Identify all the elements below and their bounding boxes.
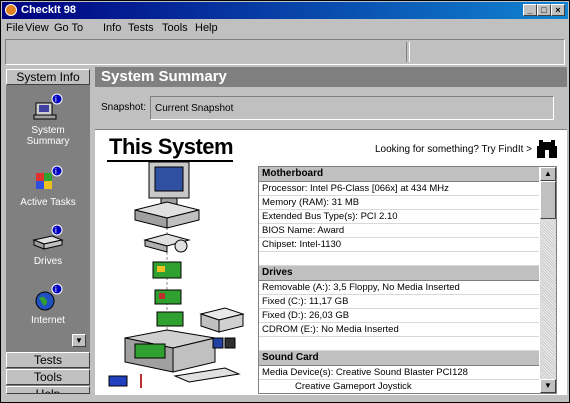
list-item: Processor: Intel P6-Class [066x] at 434 … — [259, 182, 539, 196]
menu-tests[interactable]: Tests — [128, 22, 154, 34]
scroll-down-button[interactable]: ▼ — [540, 379, 556, 393]
menu-help[interactable]: Help — [195, 22, 218, 34]
findit-link[interactable]: Looking for something? Try FindIt > — [375, 144, 532, 155]
window-title: CheckIt 98 — [21, 4, 77, 16]
scroll-up-button[interactable]: ▲ — [540, 167, 556, 181]
snapshot-label: Snapshot: — [101, 102, 147, 113]
menu-goto[interactable]: Go To — [54, 22, 83, 34]
section-header-drives: Drives — [259, 266, 539, 281]
scroll-thumb[interactable] — [540, 181, 556, 219]
internet-icon: i — [30, 281, 66, 313]
category-tests-button[interactable]: Tests — [6, 352, 90, 368]
active-tasks-icon: i — [30, 163, 66, 195]
category-system-info-button[interactable]: System Info — [6, 69, 90, 85]
row-spacer — [259, 337, 539, 351]
menu-info[interactable]: Info — [103, 22, 121, 34]
list-item: BIOS Name: Award — [259, 224, 539, 238]
binoculars-icon[interactable] — [535, 138, 559, 160]
menu-tools[interactable]: Tools — [162, 22, 188, 34]
system-info-panel[interactable]: Motherboard Processor: Intel P6-Class [0… — [258, 166, 557, 394]
sidebar-item-drives[interactable]: i Drives — [6, 222, 90, 267]
svg-text:i: i — [55, 226, 57, 235]
snapshot-field[interactable]: Current Snapshot — [150, 96, 554, 120]
menu-file[interactable]: File — [6, 22, 24, 34]
sidebar-item-system-summary[interactable]: i System Summary — [6, 91, 90, 147]
computer-illustration — [108, 162, 245, 388]
list-item: Media Device(s): Creative Sound Blaster … — [259, 366, 539, 380]
category-tools-button[interactable]: Tools — [6, 369, 90, 385]
checkit-app-icon[interactable] — [5, 4, 17, 16]
section-header-motherboard: Motherboard — [259, 167, 539, 182]
this-system-banner: This System — [109, 134, 234, 159]
menu-view[interactable]: View — [25, 22, 49, 34]
maximize-button[interactable]: □ — [537, 4, 551, 16]
system-summary-icon: i — [30, 91, 66, 123]
sidebar-item-label: Internet — [31, 315, 65, 326]
sidebar-item-label: Drives — [33, 256, 63, 267]
menu-bar: File View Go To Info Tests Tools Help — [2, 19, 568, 38]
list-item: Chipset: Intel-1130 — [259, 238, 539, 252]
summary-content: This System Looking for something? Try F… — [95, 129, 567, 395]
info-scrollbar[interactable]: ▲ ▼ — [540, 167, 556, 393]
list-item: Fixed (D:): 26,03 GB — [259, 309, 539, 323]
row-spacer — [259, 252, 539, 266]
sidebar-item-label: Active Tasks — [20, 197, 76, 208]
list-item: Memory (RAM): 31 MB — [259, 196, 539, 210]
section-header-sound-card: Sound Card — [259, 351, 539, 366]
list-item: Extended Bus Type(s): PCI 2.10 — [259, 210, 539, 224]
list-item: Fixed (C:): 11,17 GB — [259, 295, 539, 309]
toolbar-separator — [406, 42, 410, 62]
minimize-button[interactable]: _ — [523, 4, 537, 16]
svg-text:i: i — [55, 285, 57, 294]
sidebar: System Info i System Summary i Active Ta… — [6, 69, 90, 394]
svg-text:i: i — [55, 167, 57, 176]
list-item: Creative Gameport Joystick — [259, 380, 539, 393]
sidebar-scroll-down-button[interactable]: ▼ — [72, 334, 86, 347]
drives-icon: i — [30, 222, 66, 254]
title-bar[interactable]: CheckIt 98 _ □ × — [2, 2, 568, 19]
sidebar-item-label: System Summary — [26, 125, 70, 147]
list-item: CDROM (E:): No Media Inserted — [259, 323, 539, 337]
close-button[interactable]: × — [551, 4, 565, 16]
toolbar — [5, 39, 565, 65]
sidebar-item-internet[interactable]: i Internet — [6, 281, 90, 326]
sidebar-item-active-tasks[interactable]: i Active Tasks — [6, 163, 90, 208]
svg-text:i: i — [55, 95, 57, 104]
app-window: CheckIt 98 _ □ × File View Go To Info Te… — [0, 0, 570, 403]
page-title: System Summary — [95, 67, 567, 87]
list-item: Removable (A:): 3,5 Floppy, No Media Ins… — [259, 281, 539, 295]
category-help-button[interactable]: Help — [6, 386, 90, 394]
snapshot-bar: Snapshot: Current Snapshot — [95, 88, 567, 126]
